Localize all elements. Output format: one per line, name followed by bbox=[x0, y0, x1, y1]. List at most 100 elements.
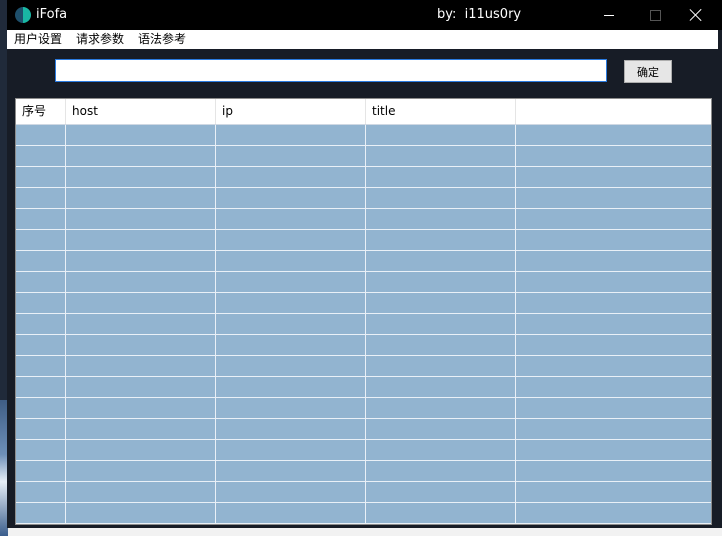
table-cell[interactable] bbox=[66, 188, 216, 208]
title-bar[interactable]: iFofa by: i11us0ry bbox=[7, 0, 722, 30]
query-input[interactable] bbox=[55, 59, 607, 82]
table-cell[interactable] bbox=[216, 209, 366, 229]
table-cell[interactable] bbox=[366, 251, 516, 271]
table-cell[interactable] bbox=[16, 293, 66, 313]
table-cell[interactable] bbox=[66, 461, 216, 481]
confirm-button[interactable]: 确定 bbox=[624, 60, 672, 83]
table-cell[interactable] bbox=[516, 167, 711, 187]
table-cell[interactable] bbox=[366, 440, 516, 460]
table-row[interactable] bbox=[16, 503, 711, 524]
table-cell[interactable] bbox=[16, 356, 66, 376]
table-row[interactable] bbox=[16, 335, 711, 356]
table-cell[interactable] bbox=[516, 188, 711, 208]
menu-request-params[interactable]: 请求参数 bbox=[69, 30, 131, 49]
table-cell[interactable] bbox=[366, 167, 516, 187]
table-cell[interactable] bbox=[16, 398, 66, 418]
table-cell[interactable] bbox=[16, 146, 66, 166]
table-cell[interactable] bbox=[16, 251, 66, 271]
table-cell[interactable] bbox=[366, 125, 516, 145]
table-cell[interactable] bbox=[216, 251, 366, 271]
menu-syntax-reference[interactable]: 语法参考 bbox=[131, 30, 193, 49]
table-cell[interactable] bbox=[66, 377, 216, 397]
table-cell[interactable] bbox=[516, 125, 711, 145]
column-header-empty[interactable] bbox=[516, 99, 711, 124]
table-cell[interactable] bbox=[366, 188, 516, 208]
table-cell[interactable] bbox=[366, 209, 516, 229]
column-header-ip[interactable]: ip bbox=[216, 99, 366, 124]
table-cell[interactable] bbox=[66, 440, 216, 460]
table-cell[interactable] bbox=[66, 251, 216, 271]
table-row[interactable] bbox=[16, 167, 711, 188]
table-cell[interactable] bbox=[66, 146, 216, 166]
table-cell[interactable] bbox=[16, 335, 66, 355]
table-cell[interactable] bbox=[16, 440, 66, 460]
table-cell[interactable] bbox=[216, 314, 366, 334]
table-cell[interactable] bbox=[516, 377, 711, 397]
maximize-button[interactable] bbox=[632, 0, 678, 30]
table-cell[interactable] bbox=[16, 125, 66, 145]
table-cell[interactable] bbox=[216, 482, 366, 502]
table-row[interactable] bbox=[16, 188, 711, 209]
table-cell[interactable] bbox=[16, 461, 66, 481]
table-cell[interactable] bbox=[16, 419, 66, 439]
table-cell[interactable] bbox=[516, 251, 711, 271]
minimize-button[interactable] bbox=[586, 0, 632, 30]
table-cell[interactable] bbox=[16, 209, 66, 229]
table-cell[interactable] bbox=[66, 398, 216, 418]
table-row[interactable] bbox=[16, 398, 711, 419]
table-cell[interactable] bbox=[516, 503, 711, 523]
table-cell[interactable] bbox=[366, 293, 516, 313]
table-row[interactable] bbox=[16, 461, 711, 482]
table-cell[interactable] bbox=[216, 125, 366, 145]
table-cell[interactable] bbox=[216, 419, 366, 439]
table-cell[interactable] bbox=[216, 398, 366, 418]
menu-user-settings[interactable]: 用户设置 bbox=[7, 30, 69, 49]
table-cell[interactable] bbox=[16, 482, 66, 502]
table-cell[interactable] bbox=[66, 419, 216, 439]
table-cell[interactable] bbox=[216, 167, 366, 187]
table-cell[interactable] bbox=[366, 356, 516, 376]
table-row[interactable] bbox=[16, 314, 711, 335]
table-cell[interactable] bbox=[216, 440, 366, 460]
table-cell[interactable] bbox=[366, 461, 516, 481]
table-row[interactable] bbox=[16, 377, 711, 398]
table-cell[interactable] bbox=[16, 503, 66, 523]
table-cell[interactable] bbox=[16, 230, 66, 250]
table-row[interactable] bbox=[16, 230, 711, 251]
close-button[interactable] bbox=[673, 0, 719, 30]
table-cell[interactable] bbox=[516, 461, 711, 481]
table-cell[interactable] bbox=[16, 377, 66, 397]
table-cell[interactable] bbox=[366, 314, 516, 334]
table-row[interactable] bbox=[16, 125, 711, 146]
table-cell[interactable] bbox=[216, 293, 366, 313]
table-cell[interactable] bbox=[16, 167, 66, 187]
table-row[interactable] bbox=[16, 419, 711, 440]
table-cell[interactable] bbox=[16, 314, 66, 334]
table-row[interactable] bbox=[16, 482, 711, 503]
table-row[interactable] bbox=[16, 251, 711, 272]
table-cell[interactable] bbox=[516, 272, 711, 292]
table-cell[interactable] bbox=[216, 272, 366, 292]
table-cell[interactable] bbox=[516, 293, 711, 313]
table-row[interactable] bbox=[16, 356, 711, 377]
table-row[interactable] bbox=[16, 146, 711, 167]
table-cell[interactable] bbox=[16, 272, 66, 292]
results-table[interactable]: 序号 host ip title bbox=[15, 98, 712, 525]
table-cell[interactable] bbox=[216, 356, 366, 376]
table-cell[interactable] bbox=[66, 293, 216, 313]
table-cell[interactable] bbox=[366, 503, 516, 523]
table-cell[interactable] bbox=[216, 335, 366, 355]
table-cell[interactable] bbox=[216, 188, 366, 208]
table-cell[interactable] bbox=[516, 398, 711, 418]
table-cell[interactable] bbox=[516, 419, 711, 439]
table-cell[interactable] bbox=[66, 314, 216, 334]
table-cell[interactable] bbox=[516, 314, 711, 334]
table-cell[interactable] bbox=[366, 272, 516, 292]
table-cell[interactable] bbox=[216, 377, 366, 397]
table-row[interactable] bbox=[16, 272, 711, 293]
table-cell[interactable] bbox=[366, 230, 516, 250]
table-cell[interactable] bbox=[366, 419, 516, 439]
table-cell[interactable] bbox=[66, 482, 216, 502]
table-row[interactable] bbox=[16, 209, 711, 230]
table-cell[interactable] bbox=[366, 377, 516, 397]
